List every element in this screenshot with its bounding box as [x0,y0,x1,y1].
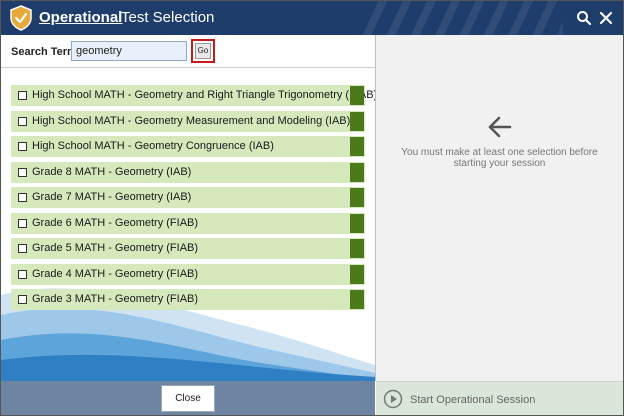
footer-left: Close [1,381,375,415]
test-list-item[interactable]: Grade 8 MATH - Geometry (IAB) [11,161,365,183]
test-label: Grade 7 MATH - Geometry (IAB) [32,191,192,203]
test-status-marker [350,213,364,233]
test-list-item[interactable]: High School MATH - Geometry Congruence (… [11,136,365,157]
test-label: High School MATH - Geometry Measurement … [32,114,351,127]
go-button[interactable]: Go [195,43,211,59]
test-status-marker [350,86,364,105]
start-session-label: Start Operational Session [410,394,536,406]
test-list-panel: Search Term: Go High School MATH - Geome… [1,35,376,381]
test-list-item[interactable]: Grade 4 MATH - Geometry (FIAB) [11,263,365,285]
test-status-marker [350,162,364,182]
selection-panel: You must make at least one selection bef… [376,35,623,381]
test-label: Grade 6 MATH - Geometry (FIAB) [32,216,199,229]
search-icon[interactable] [575,9,593,27]
test-checkbox[interactable] [18,142,27,151]
test-checkbox[interactable] [18,218,27,228]
test-list-item[interactable]: High School MATH - Geometry and Right Tr… [11,85,375,106]
start-session-button[interactable]: Start Operational Session [376,381,623,415]
test-list-item[interactable]: High School MATH - Geometry Measurement … [11,110,365,132]
test-checkbox[interactable] [18,116,27,126]
test-label: High School MATH - Geometry and Right Tr… [32,89,376,101]
test-list-item[interactable]: Grade 3 MATH - Geometry (FIAB) [11,289,365,310]
title-bar: Operational Test Selection [1,1,623,35]
close-icon[interactable] [597,9,615,27]
test-label: High School MATH - Geometry Congruence (… [32,140,274,152]
page-title: Test Selection [121,9,215,26]
selection-required-message: You must make at least one selection bef… [401,147,598,169]
test-checkbox[interactable] [18,193,27,202]
test-status-marker [350,188,364,207]
test-status-marker [350,264,364,284]
search-input[interactable] [71,41,187,61]
test-checkbox[interactable] [18,167,27,177]
close-button[interactable]: Close [161,385,215,412]
test-checkbox[interactable] [18,295,27,304]
test-list-item[interactable]: Grade 7 MATH - Geometry (IAB) [11,187,365,208]
test-status-marker [350,137,364,156]
test-label: Grade 4 MATH - Geometry (FIAB) [32,267,199,280]
test-status-marker [350,111,364,131]
test-list-item[interactable]: Grade 6 MATH - Geometry (FIAB) [11,212,365,234]
test-status-marker [350,239,364,258]
test-selection-dialog: Operational Test Selection Search Term: … [0,0,624,416]
title-bar-pattern [363,1,563,35]
test-checkbox[interactable] [18,91,27,100]
test-label: Grade 3 MATH - Geometry (FIAB) [32,293,199,305]
test-checkbox[interactable] [18,244,27,253]
test-checkbox[interactable] [18,269,27,279]
test-status-marker [350,290,364,309]
test-list-item[interactable]: Grade 5 MATH - Geometry (FIAB) [11,238,365,259]
test-label: Grade 5 MATH - Geometry (FIAB) [32,242,199,254]
play-circle-icon [383,389,403,409]
test-label: Grade 8 MATH - Geometry (IAB) [32,165,192,178]
shield-icon [10,5,32,31]
title-operational: Operational [39,9,123,26]
arrow-left-icon [488,116,512,138]
go-button-highlight: Go [191,39,215,63]
search-bar: Search Term: Go [1,35,375,68]
test-list: High School MATH - Geometry and Right Tr… [11,85,375,315]
